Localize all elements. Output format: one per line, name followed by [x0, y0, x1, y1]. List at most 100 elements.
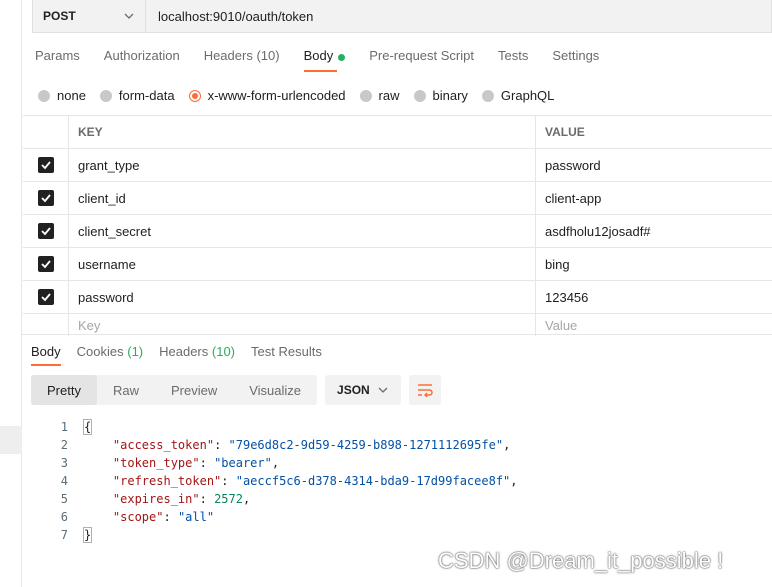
code-line: 4 "refresh_token": "aeccf5c6-d378-4314-b…: [42, 472, 518, 490]
method-select[interactable]: POST: [32, 0, 146, 33]
cookies-label: Cookies: [76, 344, 124, 359]
value-cell[interactable]: password: [536, 149, 772, 181]
table-row-empty: Key Value: [23, 314, 772, 336]
wrap-lines-icon: [418, 384, 433, 397]
key-cell[interactable]: username: [68, 248, 536, 280]
row-check-cell: [23, 281, 68, 313]
value-cell[interactable]: bing: [536, 248, 772, 280]
radio-icon: [481, 89, 494, 102]
method-label: POST: [43, 9, 76, 23]
row-check-cell: [23, 248, 68, 280]
json-key: "scope": [112, 510, 164, 524]
view-preview-button[interactable]: Preview: [155, 375, 233, 405]
tab-pre-request-script[interactable]: Pre-request Script: [369, 48, 474, 72]
code-line: 5 "expires_in": 2572,: [42, 490, 518, 508]
radio-binary[interactable]: binary: [413, 88, 468, 103]
left-gutter: [0, 0, 22, 587]
url-input[interactable]: localhost:9010/oauth/token: [146, 0, 772, 33]
json-value: 2572: [214, 492, 243, 506]
line-number: 2: [60, 438, 68, 452]
radio-label: raw: [378, 88, 400, 103]
tab-body[interactable]: Body: [303, 48, 346, 72]
json-key: "refresh_token": [112, 474, 222, 488]
radio-icon: [359, 89, 372, 102]
radio-x-www-form-urlencoded[interactable]: x-www-form-urlencoded: [188, 88, 346, 103]
json-comma: ,: [503, 438, 511, 452]
code-line: 6 "scope": "all": [42, 508, 518, 526]
radio-graphql[interactable]: GraphQL: [481, 88, 554, 103]
table-row: username bing: [23, 248, 772, 281]
request-tabs: Params Authorization Headers (10) Body P…: [35, 48, 623, 72]
tab-authorization[interactable]: Authorization: [104, 48, 180, 72]
tab-body-label: Body: [303, 48, 334, 63]
value-cell[interactable]: 123456: [536, 281, 772, 313]
tab-tests[interactable]: Tests: [498, 48, 528, 72]
value-placeholder-input[interactable]: Value: [536, 314, 772, 336]
line-number: 7: [60, 528, 68, 542]
header-check-cell: [23, 116, 68, 148]
checkbox-checked-icon[interactable]: [37, 289, 54, 305]
row-check-cell: [23, 149, 68, 181]
table-row: client_id client-app: [23, 182, 772, 215]
code-line: 1{: [42, 418, 518, 436]
view-pretty-button[interactable]: Pretty: [31, 375, 97, 405]
radio-icon: [38, 89, 50, 102]
code-line: 3 "token_type": "bearer",: [42, 454, 518, 472]
key-column-header: KEY: [68, 116, 536, 148]
checkbox-checked-icon[interactable]: [37, 157, 54, 173]
language-select[interactable]: JSON: [325, 375, 402, 405]
json-comma: ,: [510, 474, 518, 488]
radio-raw[interactable]: raw: [359, 88, 400, 103]
key-placeholder-input[interactable]: Key: [68, 314, 536, 336]
tab-headers-label: Headers: [203, 48, 253, 63]
key-cell[interactable]: grant_type: [68, 149, 536, 181]
radio-label: form-data: [118, 88, 175, 103]
tab-authorization-label: Authorization: [103, 48, 180, 63]
table-row: grant_type password: [23, 149, 772, 182]
value-cell[interactable]: asdfholu12josadf#: [536, 215, 772, 247]
value-cell[interactable]: client-app: [536, 182, 772, 214]
body-active-dot: [338, 54, 346, 61]
headers-label: Headers: [159, 344, 209, 359]
key-cell[interactable]: password: [68, 281, 536, 313]
request-bar: POST localhost:9010/oauth/token: [32, 0, 772, 33]
radio-label: x-www-form-urlencoded: [207, 88, 346, 103]
line-number: 6: [60, 510, 68, 524]
json-key: "access_token": [112, 438, 215, 452]
tab-settings[interactable]: Settings: [552, 48, 599, 72]
line-number: 4: [60, 474, 68, 488]
tab-headers[interactable]: Headers (10): [204, 48, 280, 72]
json-value: "79e6d8c2-9d59-4259-b898-1271112695fe": [228, 438, 504, 452]
row-check-cell: [23, 215, 68, 247]
response-tab-body[interactable]: Body: [31, 344, 61, 366]
view-visualize-button[interactable]: Visualize: [233, 375, 317, 405]
response-tab-test-results[interactable]: Test Results: [251, 344, 322, 366]
wrap-lines-button[interactable]: [409, 375, 442, 405]
code-line: 7}: [42, 526, 518, 544]
json-key: "expires_in": [112, 492, 200, 506]
checkbox-checked-icon[interactable]: [37, 256, 54, 272]
json-value: "all": [177, 510, 215, 524]
line-number: 5: [60, 492, 68, 506]
code-line: 2 "access_token": "79e6d8c2-9d59-4259-b8…: [42, 436, 518, 454]
tab-params-label: Params: [35, 48, 80, 63]
close-brace: }: [82, 527, 93, 543]
line-number: 3: [60, 456, 68, 470]
checkbox-checked-icon[interactable]: [37, 190, 54, 206]
radio-form-data[interactable]: form-data: [99, 88, 175, 103]
language-label: JSON: [337, 383, 370, 397]
chevron-down-icon: [124, 13, 134, 19]
open-brace: {: [82, 419, 93, 435]
json-key: "token_type": [112, 456, 200, 470]
view-raw-button[interactable]: Raw: [97, 375, 155, 405]
key-cell[interactable]: client_secret: [68, 215, 536, 247]
key-cell[interactable]: client_id: [68, 182, 536, 214]
tab-params[interactable]: Params: [35, 48, 80, 72]
response-tab-headers[interactable]: Headers (10): [159, 344, 235, 366]
response-tab-cookies[interactable]: Cookies (1): [77, 344, 143, 366]
json-comma: ,: [271, 456, 280, 470]
checkbox-checked-icon[interactable]: [37, 223, 54, 239]
value-column-header: VALUE: [545, 125, 585, 139]
tab-headers-count: (10): [256, 48, 280, 63]
radio-none[interactable]: none: [38, 88, 86, 103]
